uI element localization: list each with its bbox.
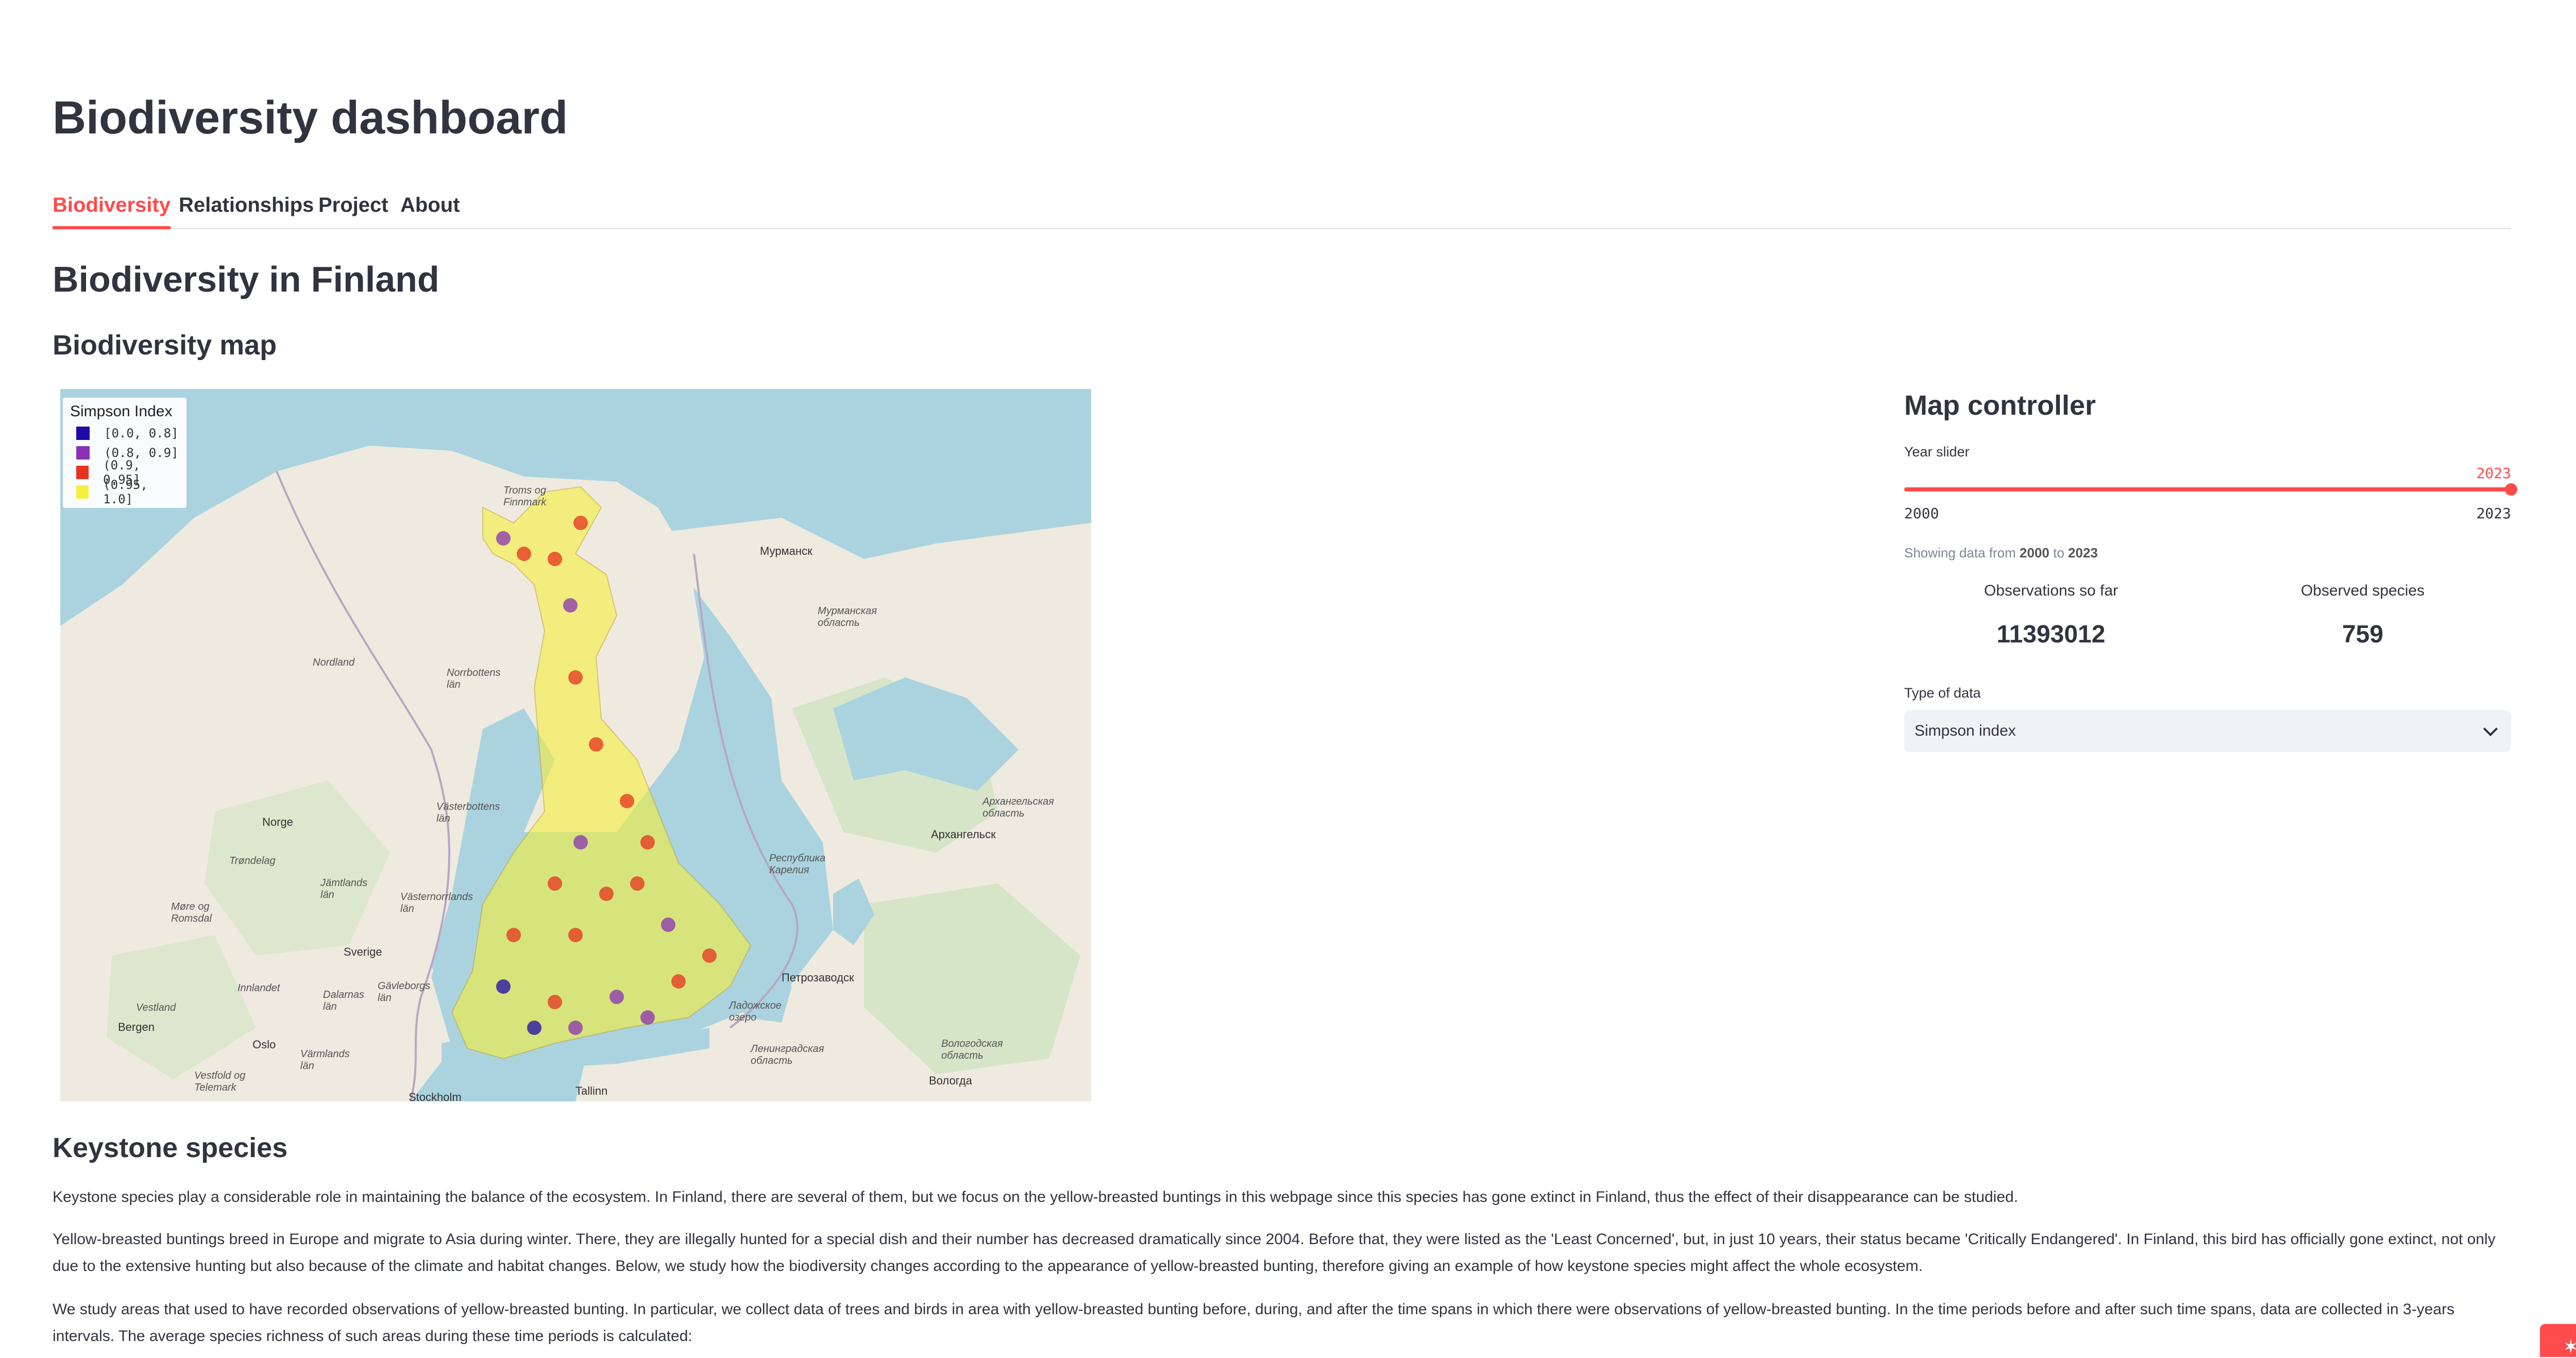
map-label: Мурманская область xyxy=(818,605,877,629)
legend-swatch xyxy=(76,466,89,479)
keystone-paragraph: We study areas that used to have recorde… xyxy=(53,1301,2455,1345)
map-base xyxy=(60,446,1091,1101)
map-label: Республика Карелия xyxy=(769,853,826,876)
map-label: Värmlands län xyxy=(300,1048,350,1072)
year-slider-thumb[interactable] xyxy=(2505,483,2517,496)
map-label: Мурманск xyxy=(760,545,812,557)
streamlit-badge-button[interactable]: ✶ xyxy=(2540,1324,2576,1357)
showing-to-word: to xyxy=(2053,545,2064,561)
map-label: Петрозаводск xyxy=(782,971,854,984)
type-of-data-select[interactable]: Simpson index xyxy=(1904,710,2511,752)
map-label: Norrbottens län xyxy=(447,667,501,690)
map-label: Stockholm xyxy=(409,1091,462,1101)
map-label: Vestland xyxy=(136,1002,176,1013)
map-label: Västerbottens län xyxy=(436,801,500,824)
map-title: Biodiversity map xyxy=(53,330,277,361)
legend-swatch xyxy=(76,446,90,460)
tab-about[interactable]: About xyxy=(400,191,460,228)
map-label: Jämtlands län xyxy=(320,877,368,901)
legend-item: (0.95, 1.0] xyxy=(70,478,179,506)
map-label: Dalarnas län xyxy=(323,989,365,1012)
keystone-paragraph: Keystone species play a considerable rol… xyxy=(53,1189,2019,1206)
keystone-title: Keystone species xyxy=(53,1132,288,1163)
page-title: Biodiversity dashboard xyxy=(53,92,568,144)
legend-title: Simpson Index xyxy=(70,403,173,420)
crown-icon: ✶ xyxy=(2563,1336,2576,1358)
map-label: Nordland xyxy=(313,657,355,668)
tab-bar: Biodiversity Relationships Project About xyxy=(53,191,2511,229)
map-label: Sverige xyxy=(344,945,382,958)
map-label: Вологодская область xyxy=(941,1038,1003,1061)
showing-prefix: Showing data from xyxy=(1904,545,2016,561)
year-slider-min: 2000 xyxy=(1904,505,1939,522)
map-controller-title: Map controller xyxy=(1904,390,2096,421)
tab-relationships[interactable]: Relationships xyxy=(179,191,314,228)
showing-from: 2000 xyxy=(2020,545,2049,561)
legend-label: [0.0, 0.8] xyxy=(104,426,179,440)
year-slider-value: 2023 xyxy=(2476,465,2511,482)
map-label: Innlandet xyxy=(238,982,280,994)
app-page: Biodiversity dashboard Biodiversity Rela… xyxy=(0,0,2576,1357)
metric-value: 759 xyxy=(2342,621,2384,648)
map-label: Архангельская область xyxy=(982,796,1054,819)
map-legend: Simpson Index [0.0, 0.8] (0.8, 0.9] (0.9… xyxy=(63,398,187,508)
showing-range-text: Showing data from 2000 to 2023 xyxy=(1904,545,2098,561)
map-label: Trøndelag xyxy=(229,855,276,867)
tab-project[interactable]: Project xyxy=(318,191,388,228)
map-label: Архангельск xyxy=(931,828,996,841)
chevron-down-icon xyxy=(2483,721,2498,737)
map-label: Gävleborgs län xyxy=(378,980,431,1004)
metric-value: 11393012 xyxy=(1996,621,2106,648)
biodiversity-map[interactable]: Мурманск Мурманская область Troms og Fin… xyxy=(60,389,1091,1101)
map-label: Møre og Romsdal xyxy=(171,901,212,924)
showing-to: 2023 xyxy=(2068,545,2098,561)
select-value: Simpson index xyxy=(1914,722,2016,739)
map-label: Vestfold og Telemark xyxy=(194,1070,246,1093)
tab-biodiversity[interactable]: Biodiversity xyxy=(53,191,171,229)
metric-species: Observed species 759 xyxy=(2211,582,2515,649)
map-label: Tallinn xyxy=(575,1084,608,1097)
year-slider-max: 2023 xyxy=(2476,505,2511,522)
metric-label: Observed species xyxy=(2300,582,2425,599)
map-label: Bergen xyxy=(118,1021,155,1033)
legend-label: (0.95, 1.0] xyxy=(103,478,148,506)
legend-swatch xyxy=(76,485,89,499)
map-label: Вологда xyxy=(929,1074,972,1087)
keystone-paragraph: Yellow-breasted buntings breed in Europe… xyxy=(53,1231,2496,1275)
map-label: Västernorrlands län xyxy=(400,891,473,914)
type-of-data-label: Type of data xyxy=(1904,685,1981,701)
metric-label: Observations so far xyxy=(1984,582,2119,599)
map-label: Troms og Finnmark xyxy=(503,485,547,508)
map-label: Ленинградская область xyxy=(751,1043,824,1066)
map-label: Oslo xyxy=(252,1038,276,1051)
legend-swatch xyxy=(76,427,90,440)
year-slider-label: Year slider xyxy=(1904,444,1970,460)
section-title: Biodiversity in Finland xyxy=(53,259,439,299)
map-label: Ладожское озеро xyxy=(729,1000,782,1023)
legend-item: [0.0, 0.8] xyxy=(70,423,179,443)
map-label: Norge xyxy=(262,816,293,828)
year-slider-track[interactable] xyxy=(1904,487,2511,491)
metric-observations: Observations so far 11393012 xyxy=(1899,582,2203,649)
